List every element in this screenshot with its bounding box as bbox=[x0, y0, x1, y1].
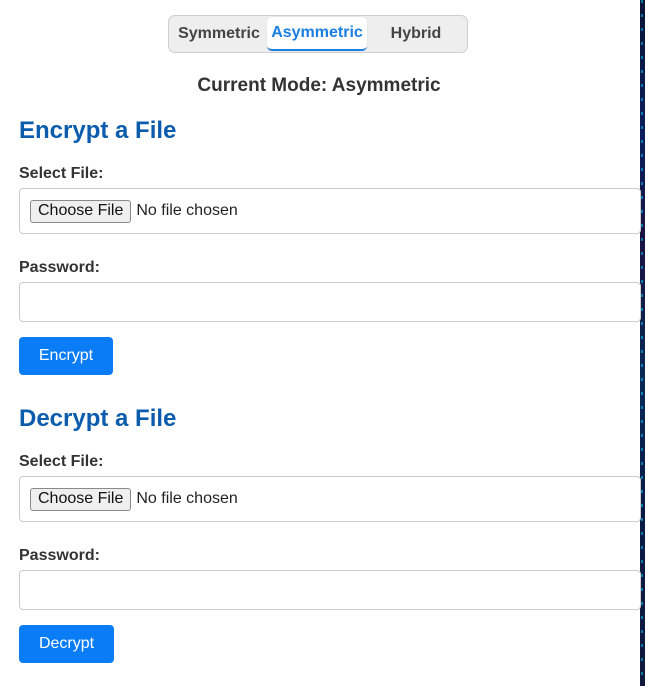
encrypt-password-input[interactable] bbox=[19, 282, 641, 322]
decrypt-password-input[interactable] bbox=[19, 570, 641, 610]
encrypt-section-title: Encrypt a File bbox=[19, 117, 177, 144]
mode-switch: Symmetric Asymmetric Hybrid bbox=[168, 15, 468, 53]
encrypt-choose-file-button[interactable]: Choose File bbox=[30, 199, 132, 223]
mode-tab-hybrid[interactable]: Hybrid bbox=[367, 17, 465, 51]
encrypt-password-label: Password: bbox=[19, 259, 100, 276]
mode-tab-symmetric[interactable]: Symmetric bbox=[171, 17, 267, 51]
encrypt-file-status: No file chosen bbox=[136, 202, 238, 219]
decrypt-file-status: No file chosen bbox=[136, 490, 238, 507]
decrypt-file-input[interactable]: Choose File No file chosen bbox=[19, 476, 641, 522]
encrypt-file-label: Select File: bbox=[19, 165, 104, 182]
encrypt-file-input[interactable]: Choose File No file chosen bbox=[19, 188, 641, 234]
mode-tab-asymmetric[interactable]: Asymmetric bbox=[267, 17, 367, 51]
encrypt-button[interactable]: Encrypt bbox=[19, 337, 113, 375]
current-mode-label: Current Mode: Asymmetric bbox=[197, 75, 441, 96]
decrypt-choose-file-button[interactable]: Choose File bbox=[30, 487, 132, 511]
decrypt-password-label: Password: bbox=[19, 547, 100, 564]
decrypt-file-label: Select File: bbox=[19, 453, 104, 470]
decrypt-section-title: Decrypt a File bbox=[19, 405, 177, 432]
decrypt-button[interactable]: Decrypt bbox=[19, 625, 114, 663]
crypto-panel: Symmetric Asymmetric Hybrid Current Mode… bbox=[0, 0, 641, 686]
